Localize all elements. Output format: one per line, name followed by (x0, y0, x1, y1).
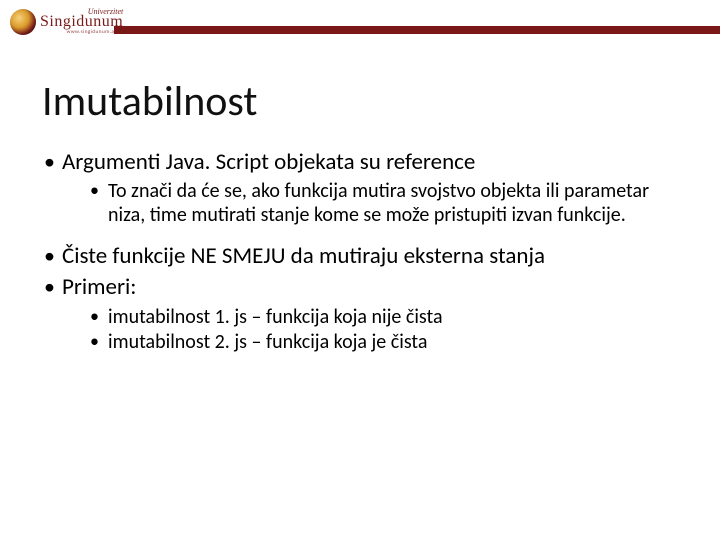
bullet-text: Primeri: (62, 273, 136, 301)
slide-header: Univerzitet Singidunum www.singidunum.ac… (0, 0, 720, 58)
logo-url-label: www.singidunum.ac.rs (40, 30, 123, 36)
sub-bullet-item: To znači da će se, ako funkcija mutira s… (90, 180, 678, 227)
logo-name-label: Singidunum (40, 14, 123, 30)
slide-content: Imutabilnost Argumenti Java. Script obje… (0, 58, 720, 355)
logo: Univerzitet Singidunum www.singidunum.ac… (10, 8, 123, 36)
logo-text: Univerzitet Singidunum www.singidunum.ac… (40, 8, 123, 36)
bullet-list: Argumenti Java. Script objekata su refer… (42, 149, 678, 355)
header-divider-bar (114, 26, 720, 34)
sub-bullet-text: To znači da će se, ako funkcija mutira s… (108, 179, 649, 227)
bullet-item: Primeri: imutabilnost 1. js – funkcija k… (42, 274, 678, 354)
bullet-text: Argumenti Java. Script objekata su refer… (62, 148, 475, 176)
sub-bullet-item: imutabilnost 1. js – funkcija koja nije … (90, 306, 678, 330)
bullet-item: Argumenti Java. Script objekata su refer… (42, 149, 678, 227)
sub-bullet-list: imutabilnost 1. js – funkcija koja nije … (62, 306, 678, 355)
bullet-text: Čiste funkcije NE SMEJU da mutiraju ekst… (62, 242, 545, 270)
bullet-item: Čiste funkcije NE SMEJU da mutiraju ekst… (42, 243, 678, 270)
sub-bullet-list: To znači da će se, ako funkcija mutira s… (62, 180, 678, 227)
sub-bullet-text: imutabilnost 2. js – funkcija koja je či… (108, 330, 427, 354)
sub-bullet-item: imutabilnost 2. js – funkcija koja je či… (90, 331, 678, 355)
logo-seal-icon (10, 9, 36, 35)
sub-bullet-text: imutabilnost 1. js – funkcija koja nije … (108, 305, 443, 329)
slide-title: Imutabilnost (42, 76, 678, 127)
